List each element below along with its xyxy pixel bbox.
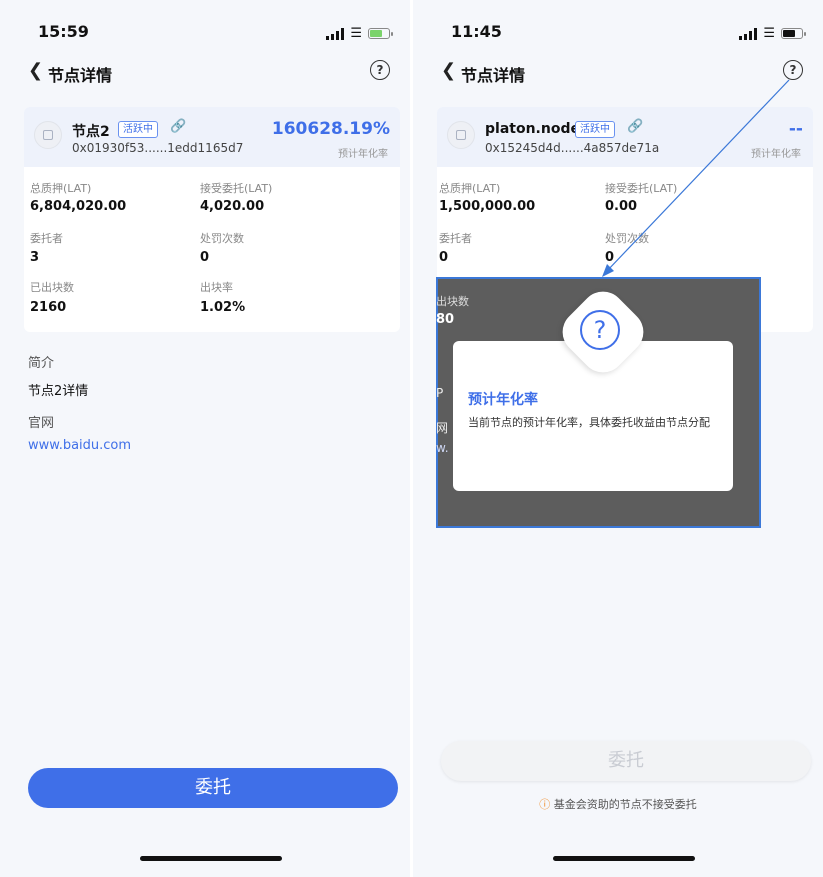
node-name: 节点2 (72, 124, 110, 140)
nav-bar: ❮ 节点详情 ? (0, 56, 410, 92)
notice-text: 基金会资助的节点不接受委托 (553, 798, 697, 811)
modal-overlay[interactable]: 出块数 80 率 P 网 w. ? 预计年化率 当前节点的预计年化率，具体委托收… (436, 277, 761, 528)
total-stake-value: 1,500,000.00 (439, 199, 536, 214)
total-stake-label: 总质押(LAT) (439, 182, 501, 195)
delegators-value: 0 (439, 250, 449, 265)
signal-icon (326, 27, 345, 40)
battery-icon (781, 28, 806, 39)
help-icon[interactable]: ? (370, 60, 390, 80)
status-badge: 活跃中 (118, 121, 158, 138)
intro-value: 节点2详情 (28, 384, 89, 399)
delegate-button-disabled[interactable]: 委托 (441, 741, 811, 781)
back-arrow-icon[interactable]: ❮ (441, 60, 456, 81)
node-card: 节点2 活跃中 🔗 0x01930f53......1edd1165d7 160… (24, 107, 400, 332)
signal-icon (739, 27, 758, 40)
website-label-peek: 网 (436, 421, 449, 435)
intro-label: 简介 (28, 356, 55, 371)
accepted-value: 4,020.00 (200, 199, 265, 214)
page-title: 节点详情 (48, 66, 113, 85)
status-time: 11:45 (451, 22, 502, 41)
dialog-text: 当前节点的预计年化率，具体委托收益由节点分配 (468, 416, 710, 429)
back-arrow-icon[interactable]: ❮ (28, 60, 43, 81)
node-header: platon.node.3 活跃中 🔗 0x15245d4d......4a85… (437, 107, 813, 167)
accepted-label: 接受委托(LAT) (200, 182, 273, 195)
annual-rate: 160628.19% (271, 119, 390, 139)
penalty-value: 0 (200, 250, 210, 265)
status-bar: 15:59 ☰ (0, 18, 410, 48)
accepted-value: 0.00 (605, 199, 638, 214)
website-link[interactable]: www.baidu.com (28, 438, 131, 453)
node-address: 0x15245d4d......4a857de71a (485, 141, 660, 155)
link-icon[interactable]: 🔗 (170, 119, 186, 134)
warning-icon: ⓘ (539, 798, 551, 811)
blocks-value-peek: 80 (436, 312, 455, 327)
status-bar: 11:45 ☰ (413, 18, 823, 48)
node-logo-icon (34, 121, 62, 149)
annual-rate-dialog: ? 预计年化率 当前节点的预计年化率，具体委托收益由节点分配 (453, 282, 733, 491)
link-icon[interactable]: 🔗 (627, 119, 643, 134)
website-peek: w. (436, 441, 449, 455)
blocks-label: 已出块数 (30, 281, 74, 294)
left-screen: 15:59 ☰ ❮ 节点详情 ? 节点2 活跃中 🔗 0x01930f53...… (0, 0, 410, 877)
delegators-label: 委托者 (439, 232, 472, 245)
block-rate-label: 出块率 (200, 281, 233, 294)
total-stake-label: 总质押(LAT) (30, 182, 92, 195)
website-label: 官网 (28, 416, 55, 431)
home-indicator (140, 856, 282, 861)
node-header: 节点2 活跃中 🔗 0x01930f53......1edd1165d7 160… (24, 107, 400, 167)
home-indicator (553, 856, 695, 861)
status-time: 15:59 (38, 22, 89, 41)
delegators-value: 3 (30, 250, 40, 265)
blocks-label-peek: 出块数 (436, 295, 469, 308)
wifi-icon: ☰ (763, 26, 775, 41)
accepted-label: 接受委托(LAT) (605, 182, 678, 195)
annual-rate-label: 预计年化率 (751, 149, 801, 160)
dialog-title: 预计年化率 (468, 392, 538, 408)
penalty-value: 0 (605, 250, 615, 265)
battery-icon (368, 28, 393, 39)
intro-value-peek: P (436, 386, 444, 400)
wifi-icon: ☰ (350, 26, 362, 41)
nav-bar: ❮ 节点详情 ? (413, 56, 823, 92)
node-address: 0x01930f53......1edd1165d7 (72, 141, 244, 155)
page-title: 节点详情 (461, 66, 526, 85)
penalty-label: 处罚次数 (200, 232, 244, 245)
penalty-label: 处罚次数 (605, 232, 649, 245)
total-stake-value: 6,804,020.00 (30, 199, 127, 214)
notice-row: ⓘ 基金会资助的节点不接受委托 (413, 796, 823, 812)
delegators-label: 委托者 (30, 232, 63, 245)
blocks-value: 2160 (30, 300, 67, 315)
delegate-button[interactable]: 委托 (28, 768, 398, 808)
status-badge: 活跃中 (575, 121, 615, 138)
block-rate-value: 1.02% (200, 300, 246, 315)
help-icon[interactable]: ? (783, 60, 803, 80)
annual-rate-label: 预计年化率 (338, 149, 388, 160)
annual-rate: -- (788, 119, 803, 139)
question-icon: ? (580, 310, 620, 350)
node-logo-icon (447, 121, 475, 149)
